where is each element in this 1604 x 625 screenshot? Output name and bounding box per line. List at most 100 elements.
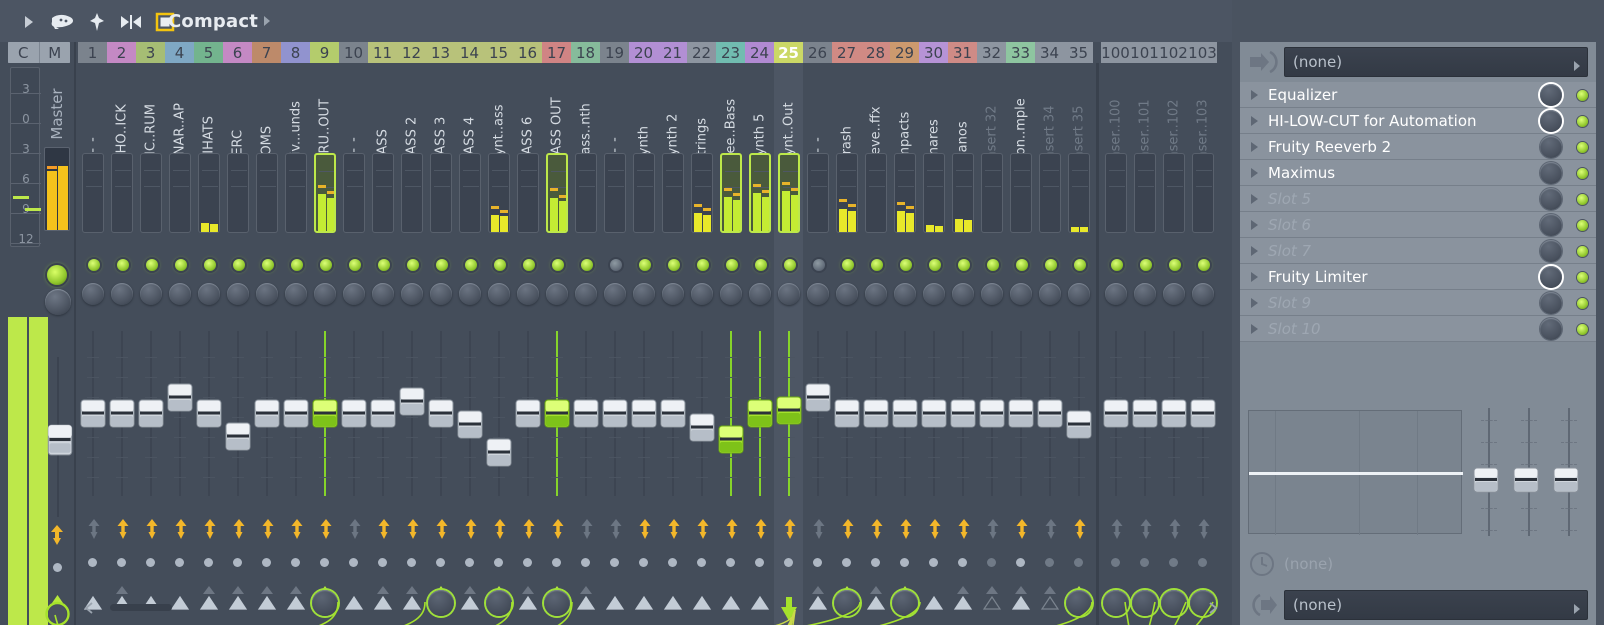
- track-separator-dot[interactable]: [494, 558, 503, 567]
- mixer-track-strip[interactable]: Synth: [629, 63, 658, 625]
- track-volume-fader[interactable]: [665, 331, 681, 496]
- track-pan-knob[interactable]: [836, 283, 858, 305]
- track-separator-dot[interactable]: [581, 558, 590, 567]
- track-enable-led[interactable]: [871, 259, 883, 271]
- fader-cap[interactable]: [283, 397, 309, 431]
- track-name-label[interactable]: Synth 2: [666, 64, 681, 166]
- scroll-right-chevron-right-icon[interactable]: [1207, 600, 1218, 619]
- track-enable-led[interactable]: [204, 259, 216, 271]
- track-name-label[interactable]: Inser..102: [1167, 64, 1182, 166]
- fader-cap[interactable]: [486, 436, 512, 470]
- effect-slot-label[interactable]: Slot 9: [1268, 294, 1311, 312]
- track-number-button[interactable]: 30: [919, 42, 948, 63]
- track-enable-led[interactable]: [436, 259, 448, 271]
- mouse-pointer-icon[interactable]: [46, 9, 80, 35]
- effect-slot-row[interactable]: Slot 5: [1240, 186, 1596, 212]
- track-pan-knob[interactable]: [1068, 283, 1090, 305]
- track-volume-fader[interactable]: [491, 331, 507, 496]
- track-pan-knob[interactable]: [633, 283, 655, 305]
- track-enable-led[interactable]: [1111, 259, 1123, 271]
- master-output-knob[interactable]: [44, 595, 71, 625]
- track-volume-fader[interactable]: [520, 331, 536, 496]
- track-number-button[interactable]: 8: [281, 42, 310, 63]
- track-separator-dot[interactable]: [1140, 558, 1149, 567]
- effect-enable-led[interactable]: [1577, 194, 1588, 205]
- track-number-button[interactable]: 18: [571, 42, 600, 63]
- track-lamp-icon[interactable]: [1196, 518, 1212, 540]
- track-pan-knob[interactable]: [1192, 283, 1214, 305]
- track-pan-knob[interactable]: [981, 283, 1003, 305]
- track-lamp-icon[interactable]: [1043, 518, 1059, 540]
- track-pan-knob[interactable]: [952, 283, 974, 305]
- track-volume-fader[interactable]: [839, 331, 855, 496]
- track-enable-led[interactable]: [755, 259, 767, 271]
- mixer-track-strip[interactable]: Impacts: [890, 63, 919, 625]
- track-lamp-icon[interactable]: [782, 518, 798, 540]
- track-volume-fader[interactable]: [1166, 331, 1182, 496]
- fader-cap[interactable]: [1066, 408, 1092, 442]
- track-number-button[interactable]: 10: [339, 42, 368, 63]
- track-name-label[interactable]: Impacts: [898, 64, 913, 166]
- fader-cap[interactable]: [1132, 397, 1158, 431]
- track-separator-dot[interactable]: [117, 558, 126, 567]
- mixer-track-strip[interactable]: Inser..102: [1159, 63, 1188, 625]
- track-volume-fader[interactable]: [230, 331, 246, 496]
- track-pan-knob[interactable]: [140, 283, 162, 305]
- send-track-number-button[interactable]: 103: [1188, 42, 1217, 63]
- mixer-track-strip[interactable]: Inser..103: [1188, 63, 1217, 625]
- track-pan-knob[interactable]: [1039, 283, 1061, 305]
- effect-slot-label[interactable]: Slot 10: [1268, 320, 1321, 338]
- effect-slot-label[interactable]: Equalizer: [1268, 86, 1337, 104]
- track-lamp-icon[interactable]: [927, 518, 943, 540]
- track-separator-dot[interactable]: [146, 558, 155, 567]
- track-lamp-icon[interactable]: [260, 518, 276, 540]
- mixer-track-strip[interactable]: Pianos: [948, 63, 977, 625]
- track-lamp-icon[interactable]: [753, 518, 769, 540]
- track-pan-knob[interactable]: [256, 283, 278, 305]
- mixer-track-strip[interactable]: DRU..OUT: [310, 63, 339, 625]
- track-number-button[interactable]: 20: [629, 42, 658, 63]
- track-number-button[interactable]: 24: [745, 42, 774, 63]
- track-volume-fader[interactable]: [1042, 331, 1058, 496]
- master-lamp-icon[interactable]: [47, 524, 67, 546]
- effect-enable-led[interactable]: [1577, 246, 1588, 257]
- track-pan-knob[interactable]: [865, 283, 887, 305]
- track-pan-knob[interactable]: [314, 283, 336, 305]
- track-volume-fader[interactable]: [259, 331, 275, 496]
- mixer-track-strip[interactable]: Synth 5: [745, 63, 774, 625]
- track-separator-dot[interactable]: [755, 558, 764, 567]
- track-name-label[interactable]: - - -: [811, 64, 826, 166]
- track-enable-led[interactable]: [1074, 259, 1086, 271]
- track-number-button[interactable]: 14: [455, 42, 484, 63]
- slot-expand-chevron-right-icon[interactable]: [1240, 245, 1268, 257]
- track-lamp-icon[interactable]: [115, 518, 131, 540]
- effect-mix-knob[interactable]: [1540, 292, 1562, 314]
- track-number-button[interactable]: 28: [861, 42, 890, 63]
- effect-slot-row[interactable]: Fruity Limiter: [1240, 264, 1596, 290]
- track-volume-fader[interactable]: [607, 331, 623, 496]
- column-header-m[interactable]: M: [39, 42, 71, 63]
- mixer-track-strip[interactable]: Insert 32: [977, 63, 1006, 625]
- mixer-track-strip[interactable]: div...unds: [281, 63, 310, 625]
- fader-cap[interactable]: [196, 397, 222, 431]
- fader-cap[interactable]: [109, 397, 135, 431]
- track-pan-knob[interactable]: [343, 283, 365, 305]
- effect-enable-led[interactable]: [1577, 272, 1588, 283]
- track-lamp-icon[interactable]: [724, 518, 740, 540]
- mixer-track-strip[interactable]: Dee..Bass: [716, 63, 745, 625]
- track-number-button[interactable]: 9: [310, 42, 339, 63]
- master-volume-fader[interactable]: [49, 357, 67, 517]
- master-enable-led[interactable]: [47, 265, 67, 285]
- track-lamp-icon[interactable]: [869, 518, 885, 540]
- pin-icon[interactable]: [80, 9, 114, 35]
- fader-cap[interactable]: [776, 394, 802, 428]
- track-enable-led[interactable]: [146, 259, 158, 271]
- slot-expand-chevron-right-icon[interactable]: [1240, 271, 1268, 283]
- track-enable-led[interactable]: [1016, 259, 1028, 271]
- track-number-button[interactable]: 33: [1006, 42, 1035, 63]
- mixer-track-strip[interactable]: BASS OUT: [542, 63, 571, 625]
- effect-enable-led[interactable]: [1577, 142, 1588, 153]
- fader-cap[interactable]: [631, 397, 657, 431]
- track-lamp-icon[interactable]: [376, 518, 392, 540]
- track-separator-dot[interactable]: [784, 558, 793, 567]
